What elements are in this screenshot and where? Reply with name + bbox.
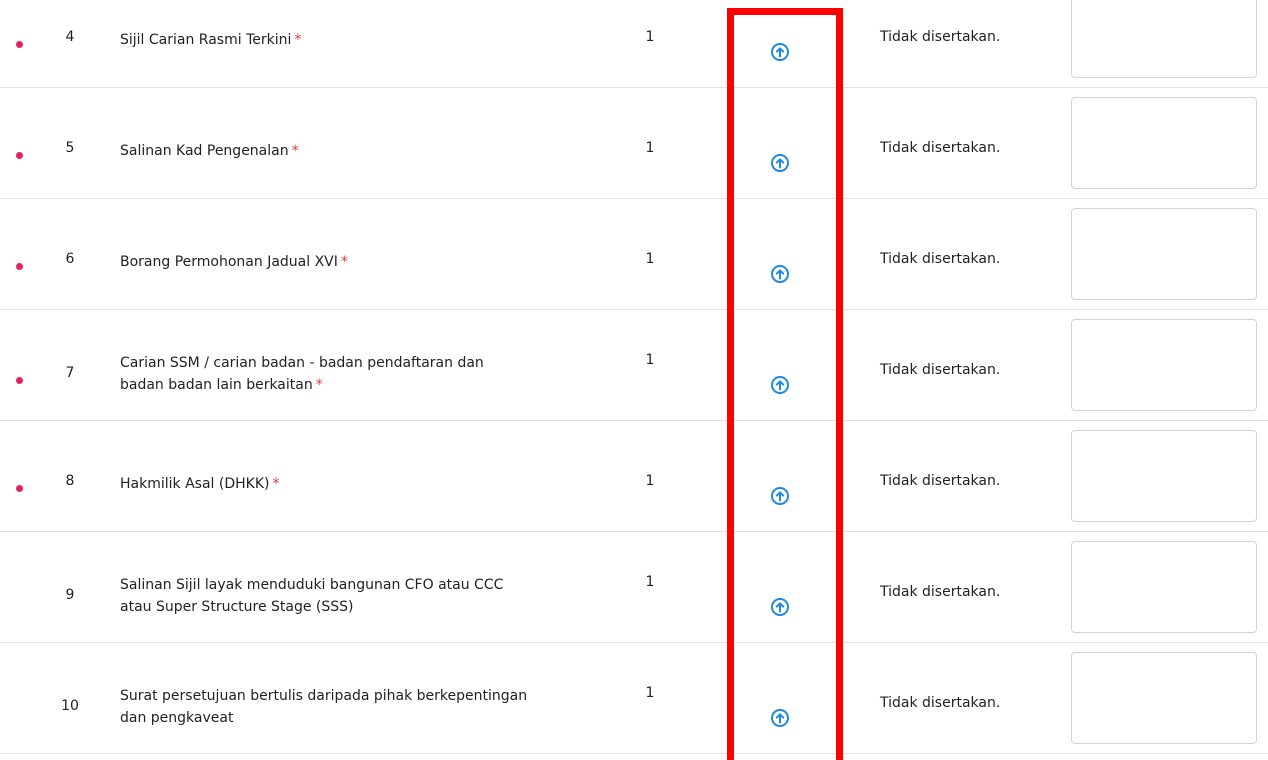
quantity: 1 [645,352,655,368]
table-row: 5 Salinan Kad Pengenalan * 1 Tidak disertaka… [0,88,1268,199]
document-name-line: atau Super Structure Stage (SSS) [120,599,354,615]
quantity: 1 [645,574,655,590]
required-bullet [16,41,23,48]
attachment-status: Tidak disertakan. [880,251,1001,267]
row-number: 7 [65,365,75,381]
required-asterisk: * [291,143,299,159]
arrow-up-circle-icon [770,487,790,510]
table-row: 8 Hakmilik Asal (DHKK) * 1 Tidak disertakan. [0,421,1268,532]
document-name: Salinan Kad Pengenalan * [120,140,590,162]
arrow-up-circle-icon [770,709,790,732]
arrow-up-circle-icon [770,376,790,399]
row-number: 6 [65,251,75,267]
required-asterisk: * [272,476,280,492]
remarks-field[interactable] [1071,208,1257,300]
document-name-line: Surat persetujuan bertulis daripada piha… [120,688,528,704]
remarks-field[interactable] [1071,652,1257,744]
required-bullet [16,377,23,384]
attachment-status: Tidak disertakan. [880,695,1001,711]
table-row: 10 Surat persetujuan bertulis daripada pi… [0,643,1268,754]
upload-button[interactable] [770,375,790,395]
document-name: Hakmilik Asal (DHKK) * [120,473,590,495]
table-row: 4 Sijil Carian Rasmi Terkini * 1 Tidak diser… [0,0,1268,88]
upload-button[interactable] [770,708,790,728]
attachment-status: Tidak disertakan. [880,362,1001,378]
document-name: Borang Permohonan Jadual XVI * [120,251,590,273]
table-row: 7 Carian SSM / carian badan - badan penda… [0,310,1268,421]
document-name-line: Carian SSM / carian badan - badan pendaf… [120,355,484,371]
required-bullet [16,152,23,159]
document-name: Surat persetujuan bertulis daripada piha… [120,685,590,729]
required-bullet [16,485,23,492]
remarks-field[interactable] [1071,0,1257,78]
row-number: 4 [65,29,75,45]
arrow-up-circle-icon [770,598,790,621]
required-asterisk: * [315,377,323,393]
attachment-status: Tidak disertakan. [880,29,1001,45]
remarks-field[interactable] [1071,319,1257,411]
row-number: 9 [65,587,75,603]
required-asterisk: * [294,32,302,48]
document-name-line: Salinan Kad Pengenalan [120,143,289,159]
document-name: Salinan Sijil layak menduduki bangunan C… [120,574,590,618]
upload-button[interactable] [770,597,790,617]
document-name: Carian SSM / carian badan - badan pendaf… [120,352,590,396]
table-row: 9 Salinan Sijil layak menduduki bangunan … [0,532,1268,643]
row-number: 8 [65,473,75,489]
attachment-status: Tidak disertakan. [880,473,1001,489]
quantity: 1 [645,29,655,45]
document-name-line: badan badan lain berkaitan [120,377,313,393]
required-bullet [16,263,23,270]
document-name-line: Borang Permohonan Jadual XVI [120,254,338,270]
upload-button[interactable] [770,42,790,62]
quantity: 1 [645,251,655,267]
remarks-field[interactable] [1071,97,1257,189]
upload-button[interactable] [770,153,790,173]
attachment-status: Tidak disertakan. [880,140,1001,156]
attachment-status: Tidak disertakan. [880,584,1001,600]
table-row: 6 Borang Permohonan Jadual XVI * 1 Tidak dis… [0,199,1268,310]
remarks-field[interactable] [1071,430,1257,522]
quantity: 1 [645,140,655,156]
upload-button[interactable] [770,264,790,284]
arrow-up-circle-icon [770,43,790,66]
quantity: 1 [645,473,655,489]
row-number: 5 [65,140,75,156]
required-asterisk: * [340,254,348,270]
document-name: Sijil Carian Rasmi Terkini * [120,29,590,51]
remarks-field[interactable] [1071,541,1257,633]
row-number: 10 [61,698,79,714]
upload-button[interactable] [770,486,790,506]
document-name-line: Salinan Sijil layak menduduki bangunan C… [120,577,504,593]
document-name-line: Hakmilik Asal (DHKK) [120,476,270,492]
arrow-up-circle-icon [770,265,790,288]
document-name-line: Sijil Carian Rasmi Terkini [120,32,292,48]
documents-table: 4 Sijil Carian Rasmi Terkini * 1 Tidak diser… [0,0,1268,754]
quantity: 1 [645,685,655,701]
document-name-line: dan pengkaveat [120,710,234,726]
arrow-up-circle-icon [770,154,790,177]
